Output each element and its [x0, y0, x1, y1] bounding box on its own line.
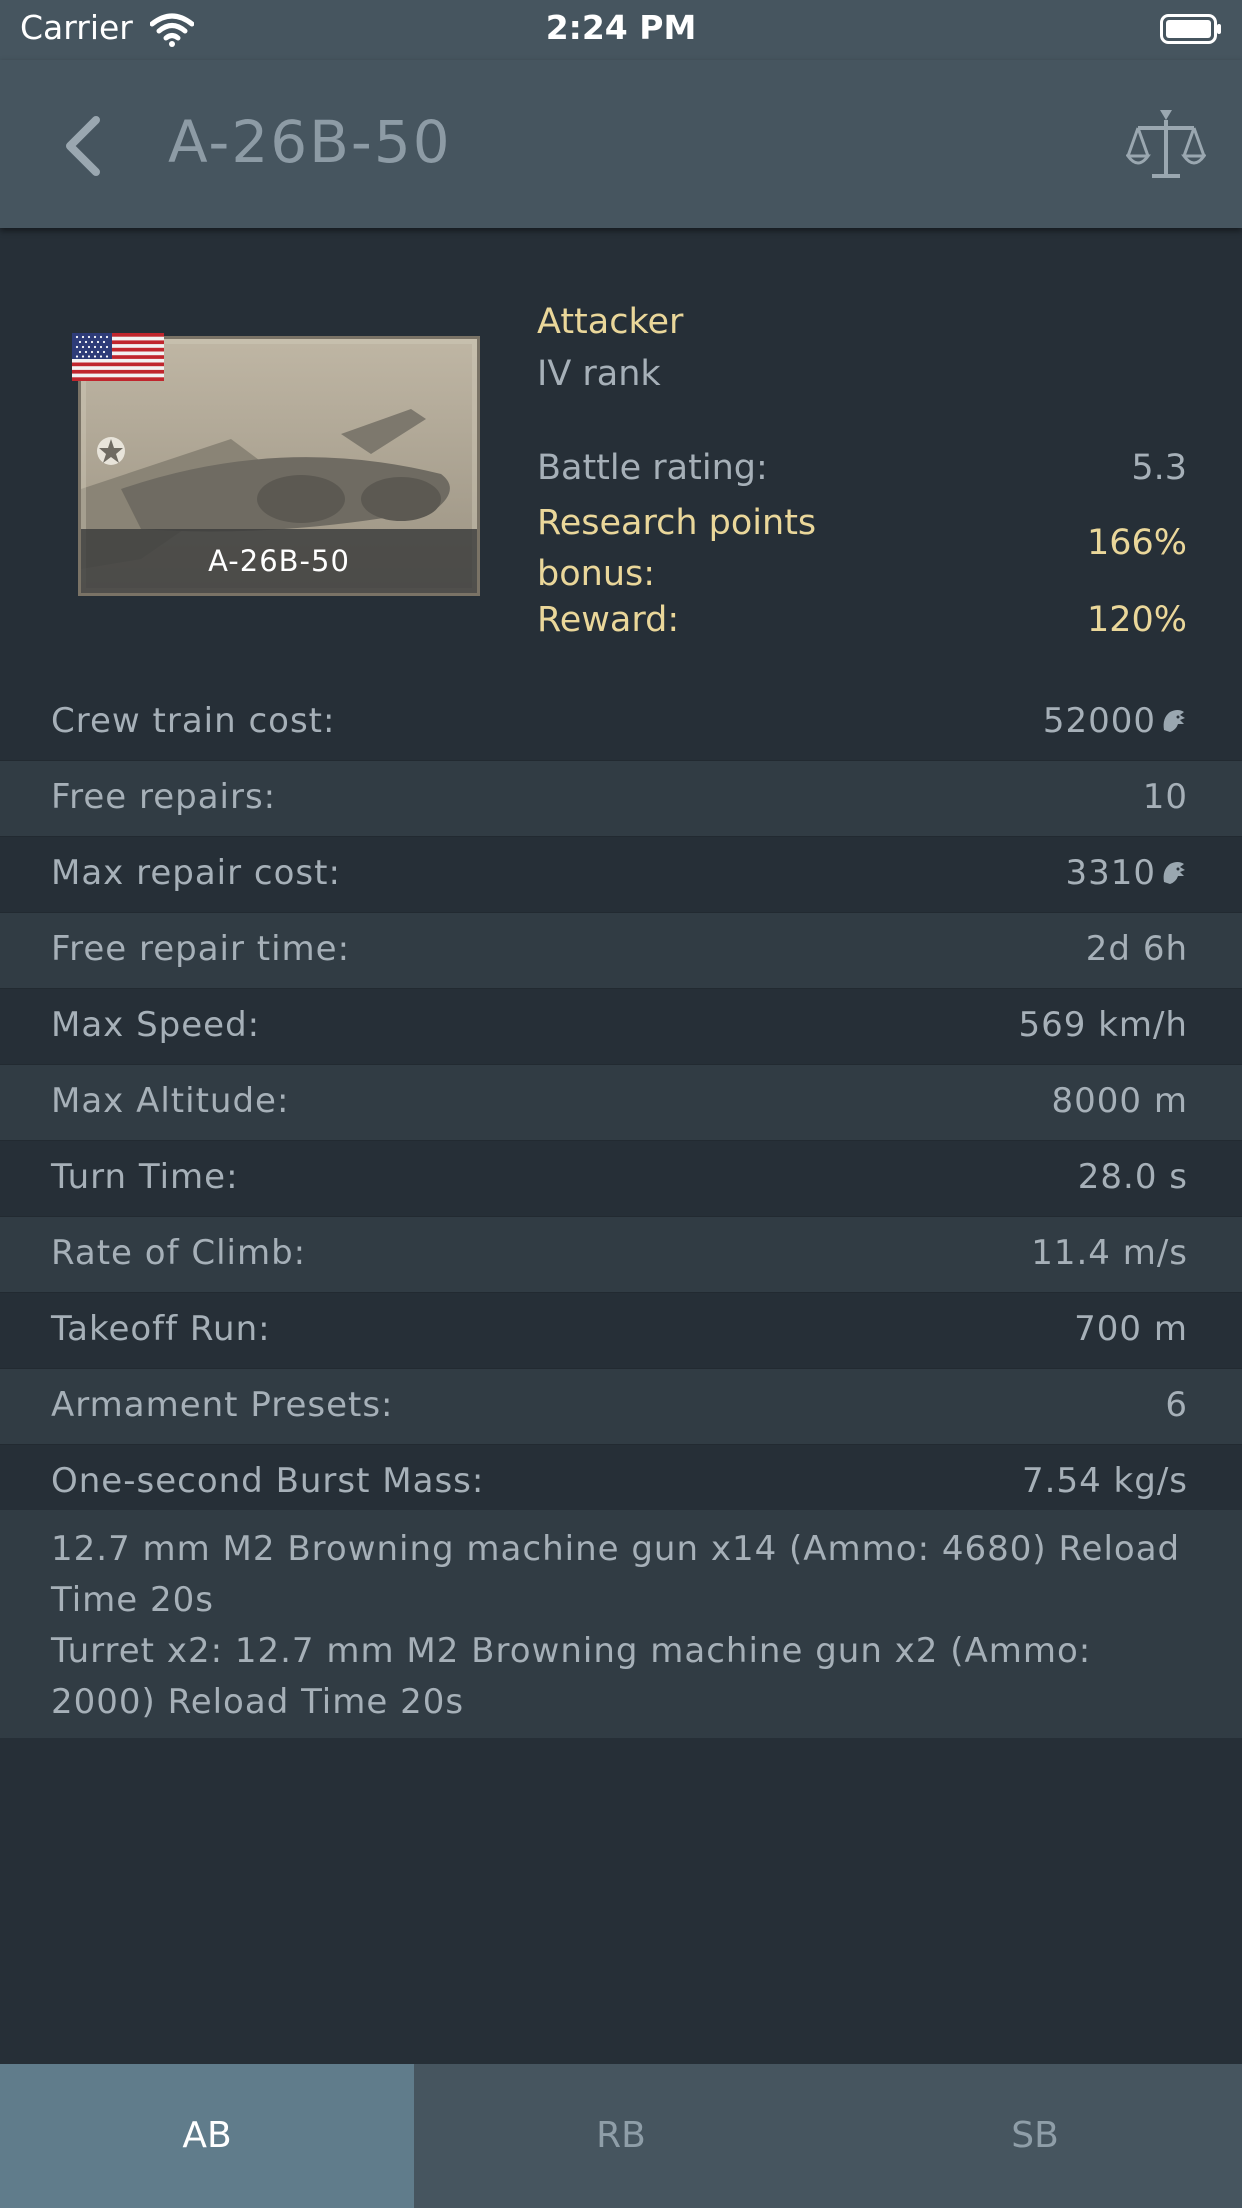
stat-value: 8000 m [1051, 1081, 1188, 1121]
stat-row-armament-presets: Armament Presets: 6 [0, 1369, 1242, 1445]
research-bonus-label: Research points bonus: [537, 503, 817, 594]
vehicle-card-caption: A-26B-50 [81, 529, 477, 593]
tab-ab[interactable]: AB [0, 2064, 414, 2208]
stat-label: Crew train cost: [51, 701, 336, 741]
stat-label: Takeoff Run: [51, 1309, 271, 1349]
stat-row-rate-of-climb: Rate of Climb: 11.4 m/s [0, 1217, 1242, 1293]
stat-row-max-altitude: Max Altitude: 8000 m [0, 1065, 1242, 1141]
stats-list: Crew train cost: 52000 Free repairs: 10 … [0, 685, 1242, 1521]
battle-rating-label: Battle rating: [537, 448, 768, 488]
vehicle-type: Attacker [537, 302, 684, 342]
chevron-left-icon[interactable] [58, 112, 108, 180]
stat-label: One-second Burst Mass: [51, 1461, 485, 1501]
stat-row-turn-time: Turn Time: 28.0 s [0, 1141, 1242, 1217]
stat-row-free-repairs: Free repairs: 10 [0, 761, 1242, 837]
navigation-bar: A-26B-50 [0, 60, 1242, 228]
stat-row-takeoff-run: Takeoff Run: 700 m [0, 1293, 1242, 1369]
clock: 2:24 PM [545, 8, 697, 47]
battle-rating-value: 5.3 [1131, 448, 1187, 488]
stat-label: Max Speed: [51, 1005, 261, 1045]
stat-row-crew-train-cost: Crew train cost: 52000 [0, 685, 1242, 761]
silver-lion-icon [1163, 862, 1185, 884]
stat-value: 11.4 m/s [1031, 1233, 1188, 1273]
stat-label: Free repairs: [51, 777, 277, 817]
stat-value: 28.0 s [1077, 1157, 1188, 1197]
stat-label: Armament Presets: [51, 1385, 394, 1425]
status-bar: Carrier 2:24 PM [0, 0, 1242, 60]
stat-value: 700 m [1074, 1309, 1188, 1349]
stat-label: Turn Time: [51, 1157, 239, 1197]
armament-line: Turret x2: 12.7 mm M2 Browning machine g… [51, 1631, 1092, 1722]
stat-value: 6 [1165, 1385, 1188, 1425]
usa-flag-icon [72, 333, 164, 381]
reward-label: Reward: [537, 600, 680, 640]
tab-sb[interactable]: SB [828, 2064, 1242, 2208]
reward-value: 120% [1086, 600, 1187, 640]
stat-value: 10 [1142, 777, 1188, 817]
stat-label: Max repair cost: [51, 853, 341, 893]
armament-description: 12.7 mm M2 Browning machine gun x14 (Amm… [0, 1510, 1242, 1738]
stat-label: Free repair time: [51, 929, 351, 969]
vehicle-rank: IV rank [537, 354, 661, 394]
page-title: A-26B-50 [168, 108, 452, 176]
research-bonus-value: 166% [1086, 523, 1187, 563]
stat-label: Rate of Climb: [51, 1233, 307, 1273]
battery-icon [1160, 14, 1221, 44]
balance-scale-icon[interactable] [1126, 104, 1206, 184]
stat-value: 569 km/h [1018, 1005, 1188, 1045]
stat-value: 3310 [1065, 853, 1188, 893]
stat-row-free-repair-time: Free repair time: 2d 6h [0, 913, 1242, 989]
armament-line: 12.7 mm M2 Browning machine gun x14 (Amm… [51, 1529, 1181, 1620]
game-mode-tab-bar: AB RB SB [0, 2064, 1242, 2208]
tab-rb[interactable]: RB [414, 2064, 828, 2208]
stat-row-max-speed: Max Speed: 569 km/h [0, 989, 1242, 1065]
stat-value: 2d 6h [1085, 929, 1188, 969]
stat-value: 52000 [1043, 701, 1188, 741]
stat-label: Max Altitude: [51, 1081, 290, 1121]
stat-value: 7.54 kg/s [1022, 1461, 1188, 1501]
stat-row-max-repair-cost: Max repair cost: 3310 [0, 837, 1242, 913]
silver-lion-icon [1163, 710, 1185, 732]
